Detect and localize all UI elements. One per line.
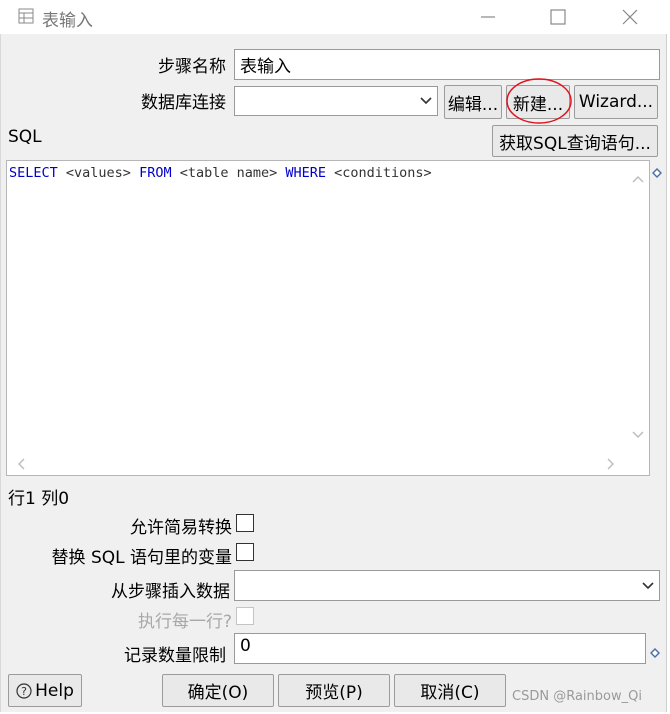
chevron-down-icon[interactable] [415, 87, 437, 115]
sql-editor[interactable]: SELECT <values> FROM <table name> WHERE … [6, 160, 650, 476]
lazy-conversion-label: 允许简易转换 [130, 518, 232, 538]
execute-each-row-label: 执行每一行? [137, 612, 232, 632]
scroll-down-icon[interactable] [632, 431, 644, 439]
execute-each-row-checkbox[interactable] [236, 607, 254, 625]
step-name-input[interactable]: 表输入 [234, 49, 660, 80]
insert-from-step-select[interactable] [234, 570, 660, 601]
scroll-up-icon[interactable] [632, 175, 644, 183]
replace-variables-checkbox[interactable] [236, 543, 254, 561]
insert-from-step-label: 从步骤插入数据 [111, 582, 230, 602]
variable-icon [650, 643, 660, 658]
sql-keyword: SELECT [9, 165, 58, 181]
db-connection-label: 数据库连接 [141, 93, 226, 113]
get-sql-button[interactable]: 获取SQL查询语句... [492, 125, 658, 157]
help-button[interactable]: ? Help [8, 674, 82, 707]
sql-keyword: FROM [139, 165, 172, 181]
sql-token: <table name> [171, 165, 286, 181]
ok-button[interactable]: 确定(O) [162, 674, 274, 707]
highlight-circle [506, 78, 572, 124]
title-bar: 表输入 [0, 0, 670, 34]
lazy-conversion-checkbox[interactable] [236, 514, 254, 532]
wizard-button[interactable]: Wizard... [574, 85, 658, 119]
scroll-right-icon[interactable] [607, 458, 615, 470]
chevron-down-icon[interactable] [637, 571, 659, 600]
vertical-scrollbar[interactable] [627, 163, 649, 453]
sql-label: SQL [8, 127, 42, 147]
window-title: 表输入 [42, 11, 93, 31]
sql-token: <values> [57, 165, 140, 181]
preview-button[interactable]: 预览(P) [278, 674, 390, 707]
cursor-position: 行1 列0 [8, 489, 70, 509]
horizontal-scrollbar[interactable] [9, 453, 627, 473]
sql-keyword: WHERE [285, 165, 327, 181]
help-label: Help [35, 680, 74, 701]
step-name-label: 步骤名称 [158, 57, 226, 77]
svg-text:?: ? [21, 685, 27, 698]
db-connection-select[interactable] [234, 86, 438, 116]
scroll-left-icon[interactable] [17, 458, 25, 470]
limit-label: 记录数量限制 [124, 646, 226, 666]
watermark: CSDN @Rainbow_Qi [512, 689, 642, 704]
minimize-icon[interactable] [466, 4, 510, 30]
sql-text[interactable]: SELECT <values> FROM <table name> WHERE … [9, 165, 432, 181]
edit-connection-button[interactable]: 编辑... [444, 85, 502, 119]
table-input-icon [18, 8, 34, 24]
close-icon[interactable] [608, 4, 652, 30]
variable-icon [652, 163, 662, 178]
replace-variables-label: 替换 SQL 语句里的变量 [51, 548, 232, 568]
maximize-icon[interactable] [536, 4, 580, 30]
cancel-button[interactable]: 取消(C) [394, 674, 506, 707]
limit-input[interactable]: 0 [234, 633, 646, 664]
sql-token: <conditions> [326, 165, 432, 181]
help-icon: ? [16, 682, 32, 699]
